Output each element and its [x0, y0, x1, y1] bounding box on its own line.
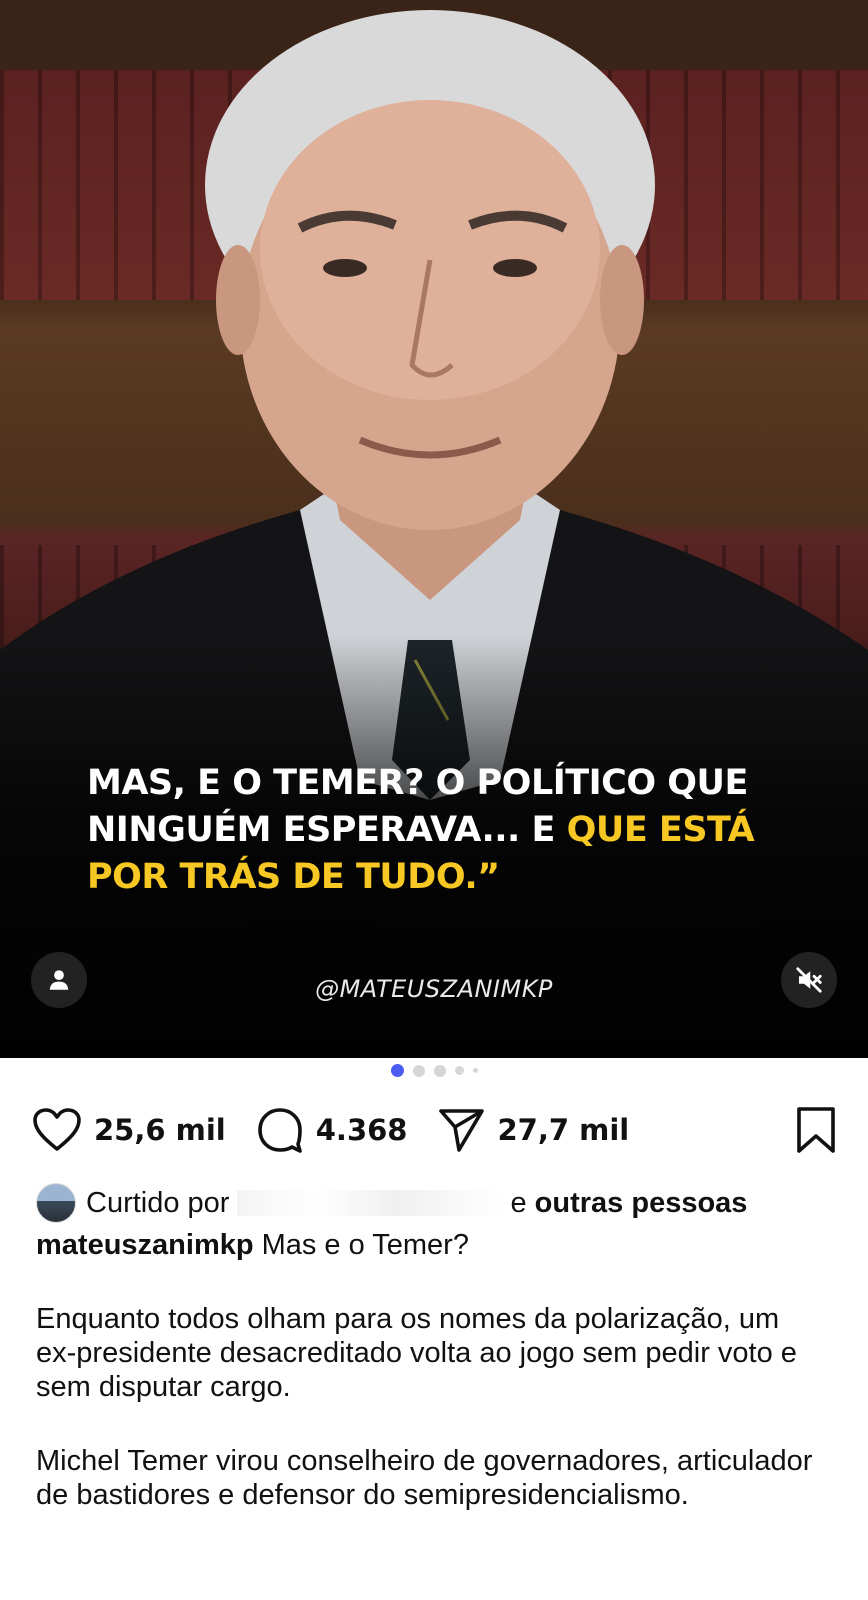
comment-button[interactable]: 4.368 — [256, 1106, 408, 1154]
liked-by-others: outras pessoas — [534, 1186, 748, 1219]
post-watermark-handle: @MATEUSZANIMKP — [315, 975, 553, 1003]
share-button[interactable]: 27,7 mil — [437, 1107, 629, 1153]
post-media[interactable]: MAS, E O TEMER? O POLÍTICO QUE NINGUÉM E… — [0, 0, 868, 1058]
redacted-username — [237, 1190, 503, 1216]
liked-by-prefix: Curtido por — [86, 1186, 230, 1219]
caption-username[interactable]: mateuszanimkp — [36, 1229, 254, 1261]
caption-paragraph: Michel Temer virou conselheiro de govern… — [36, 1445, 813, 1511]
comment-icon — [257, 1108, 302, 1153]
send-icon — [439, 1109, 485, 1152]
bookmark-icon — [797, 1107, 835, 1153]
post-action-bar: 25,6 mil 4.368 27,7 mil — [32, 1100, 837, 1160]
liker-avatar — [36, 1183, 76, 1223]
caption-paragraph: Enquanto todos olham para os nomes da po… — [36, 1303, 797, 1403]
caption-title: Mas e o Temer? — [261, 1229, 469, 1261]
liked-by-line[interactable]: Curtido por e outras pessoas — [36, 1183, 836, 1223]
caption-first-line: mateuszanimkp Mas e o Temer? — [36, 1228, 826, 1262]
like-button[interactable]: 25,6 mil — [32, 1107, 226, 1153]
pager-dot-active — [390, 1064, 404, 1077]
share-count: 27,7 mil — [497, 1113, 630, 1147]
post-headline: MAS, E O TEMER? O POLÍTICO QUE NINGUÉM E… — [87, 760, 787, 901]
save-button[interactable] — [795, 1106, 837, 1154]
pager-dot — [433, 1064, 446, 1077]
speaker-muted-icon — [796, 967, 822, 993]
heart-icon — [33, 1108, 81, 1151]
carousel-pager — [0, 1064, 868, 1077]
pager-dot — [454, 1066, 464, 1075]
pager-dot — [412, 1064, 425, 1077]
post-caption: mateuszanimkp Mas e o Temer? Enquanto tod… — [36, 1228, 826, 1552]
pager-dot — [472, 1068, 478, 1073]
liked-by-suffix: e — [510, 1186, 527, 1219]
mute-toggle-button[interactable] — [781, 952, 837, 1008]
person-icon — [49, 970, 69, 990]
tagged-users-button[interactable] — [31, 952, 87, 1008]
comment-count: 4.368 — [315, 1113, 408, 1147]
like-count: 25,6 mil — [94, 1113, 226, 1147]
